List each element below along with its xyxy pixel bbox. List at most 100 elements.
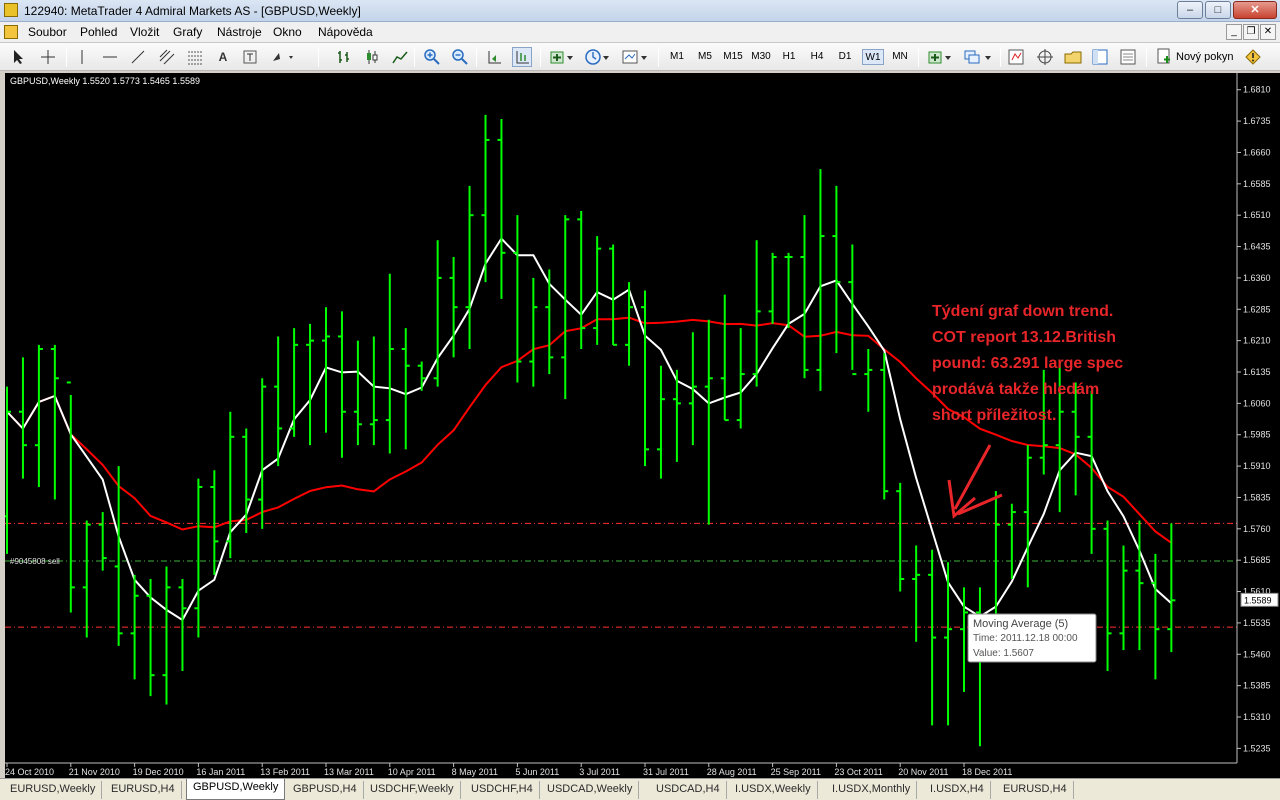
navigator-icon[interactable] xyxy=(1034,47,1056,67)
chart-shift-icon[interactable] xyxy=(484,47,504,67)
tab-usdx-monthly[interactable]: I.USDX,Monthly xyxy=(826,781,918,799)
new-chart-icon[interactable] xyxy=(926,47,954,67)
price-tick-label: 1.6135 xyxy=(1243,367,1271,377)
annotation-line-5: short příležitost. xyxy=(932,407,1056,424)
mdi-minimize-button[interactable]: _ xyxy=(1226,24,1242,40)
tab-eurusd-weekly[interactable]: EURUSD,Weekly xyxy=(4,781,103,799)
timeframe-h1[interactable]: H1 xyxy=(778,49,800,65)
price-tick-label: 1.5910 xyxy=(1243,461,1271,471)
menu-okno[interactable]: Okno xyxy=(273,25,302,39)
time-tick-label: 10 Apr 2011 xyxy=(388,767,436,777)
toolbar-separator xyxy=(414,47,415,67)
time-tick-label: 23 Oct 2011 xyxy=(834,767,882,777)
price-tick-label: 1.5985 xyxy=(1243,430,1271,440)
title-bar: 122940: MetaTrader 4 Admiral Markets AS … xyxy=(0,0,1280,22)
tab-usdchf-h4[interactable]: USDCHF,H4 xyxy=(465,781,540,799)
menu-napoveda[interactable]: Nápověda xyxy=(318,25,373,39)
price-chart[interactable]: 1.6810 1.6735 1.6660 1.6585 1.6510 1.6435 1.63… xyxy=(5,73,1280,778)
time-tick-label: 8 May 2011 xyxy=(452,767,498,777)
price-tick-label: 1.6660 xyxy=(1243,147,1271,157)
expert-advisors-icon[interactable] xyxy=(1062,47,1084,67)
bar-chart-icon[interactable] xyxy=(334,47,354,67)
toolbar-separator xyxy=(318,47,319,67)
tab-gbpusd-h4[interactable]: GBPUSD,H4 xyxy=(287,781,364,799)
new-order-button[interactable]: Nový pokyn xyxy=(1156,47,1233,67)
menu-pohled[interactable]: Pohled xyxy=(80,25,117,39)
arrows-icon[interactable] xyxy=(268,47,298,67)
tab-eurusd-h4[interactable]: EURUSD,H4 xyxy=(105,781,182,799)
tab-gbpusd-weekly[interactable]: GBPUSD,Weekly xyxy=(186,779,286,800)
time-tick-label: 13 Mar 2011 xyxy=(324,767,374,777)
vertical-line-icon[interactable] xyxy=(74,47,90,67)
menu-nastroje[interactable]: Nástroje xyxy=(217,25,262,39)
tab-usdx-weekly[interactable]: I.USDX,Weekly xyxy=(729,781,818,799)
price-tick-label: 1.6510 xyxy=(1243,210,1271,220)
chart-background xyxy=(5,73,1280,778)
crosshair-icon[interactable] xyxy=(38,47,58,67)
price-tick-label: 1.6360 xyxy=(1243,273,1271,283)
trendline-icon[interactable] xyxy=(128,47,148,67)
market-watch-icon[interactable] xyxy=(1006,47,1026,67)
menu-vlozit[interactable]: Vložit xyxy=(130,25,159,39)
price-tick-label: 1.5835 xyxy=(1243,492,1271,502)
text-label-icon[interactable] xyxy=(240,47,260,67)
chart-window[interactable]: 1.6810 1.6735 1.6660 1.6585 1.6510 1.6435 1.63… xyxy=(5,73,1280,778)
timeframe-w1[interactable]: W1 xyxy=(862,49,884,65)
templates-icon[interactable] xyxy=(620,47,650,67)
zoom-out-icon[interactable] xyxy=(450,47,470,67)
order-label: #9045808 sell xyxy=(10,557,60,566)
tab-usdcad-weekly[interactable]: USDCAD,Weekly xyxy=(541,781,640,799)
tab-usdcad-h4[interactable]: USDCAD,H4 xyxy=(650,781,727,799)
autoscroll-icon[interactable] xyxy=(512,47,532,67)
price-tick-label: 1.6585 xyxy=(1243,179,1271,189)
price-tick-label: 1.6810 xyxy=(1243,85,1271,95)
price-tick-label: 1.6285 xyxy=(1243,304,1271,314)
chart-tabs: EURUSD,Weekly EURUSD,H4 GBPUSD,Weekly GB… xyxy=(0,778,1280,800)
data-window-icon[interactable] xyxy=(1090,47,1110,67)
price-tick-label: 1.5460 xyxy=(1243,649,1271,659)
mdi-close-button[interactable]: ✕ xyxy=(1260,24,1276,40)
mdi-restore-button[interactable]: ❐ xyxy=(1243,24,1259,40)
tab-eurusd-h4-2[interactable]: EURUSD,H4 xyxy=(997,781,1074,799)
line-chart-icon[interactable] xyxy=(390,47,410,67)
zoom-in-icon[interactable] xyxy=(422,47,442,67)
cursor-icon[interactable] xyxy=(10,47,28,67)
minimize-button[interactable]: – xyxy=(1177,1,1203,19)
timeframe-m5[interactable]: M5 xyxy=(694,49,716,65)
menu-grafy[interactable]: Grafy xyxy=(173,25,202,39)
tab-usdx-h4[interactable]: I.USDX,H4 xyxy=(924,781,991,799)
annotation-line-1: Týdení graf down trend. xyxy=(932,303,1113,320)
toolbar-separator xyxy=(66,47,67,67)
tooltip-time: Time: 2011.12.18 00:00 xyxy=(973,633,1078,644)
timeframe-m30[interactable]: M30 xyxy=(748,49,774,65)
indicators-icon[interactable] xyxy=(548,47,576,67)
time-tick-label: 28 Aug 2011 xyxy=(707,767,757,777)
horizontal-line-icon[interactable] xyxy=(100,47,120,67)
toolbar-separator xyxy=(918,47,919,67)
timeframe-h4[interactable]: H4 xyxy=(806,49,828,65)
metaeditor-icon[interactable] xyxy=(1244,47,1262,67)
close-button[interactable]: ✕ xyxy=(1233,1,1277,19)
timeframe-mn[interactable]: MN xyxy=(888,49,912,65)
tab-usdchf-weekly[interactable]: USDCHF,Weekly xyxy=(364,781,461,799)
menu-soubor[interactable]: Soubor xyxy=(28,25,67,39)
new-order-icon xyxy=(1156,48,1172,67)
time-tick-label: 5 Jun 2011 xyxy=(515,767,559,777)
price-tick-label: 1.5310 xyxy=(1243,712,1271,722)
price-tick-label: 1.5685 xyxy=(1243,555,1271,565)
equidistant-channel-icon[interactable] xyxy=(156,47,178,67)
timeframe-m1[interactable]: M1 xyxy=(666,49,688,65)
timeframe-m15[interactable]: M15 xyxy=(720,49,746,65)
periods-icon[interactable] xyxy=(582,47,612,67)
profiles-icon[interactable] xyxy=(962,47,994,67)
maximize-button[interactable]: □ xyxy=(1205,1,1231,19)
candlestick-icon[interactable] xyxy=(362,47,382,67)
fibonacci-icon[interactable] xyxy=(184,47,206,67)
price-tick-label: 1.5235 xyxy=(1243,743,1271,753)
chart-window-icon[interactable] xyxy=(4,25,18,39)
terminal-icon[interactable] xyxy=(1118,47,1138,67)
chart-header: GBPUSD,Weekly 1.5520 1.5773 1.5465 1.558… xyxy=(10,76,200,86)
timeframe-d1[interactable]: D1 xyxy=(834,49,856,65)
text-icon[interactable]: A xyxy=(214,47,232,67)
time-tick-label: 25 Sep 2011 xyxy=(771,767,821,777)
